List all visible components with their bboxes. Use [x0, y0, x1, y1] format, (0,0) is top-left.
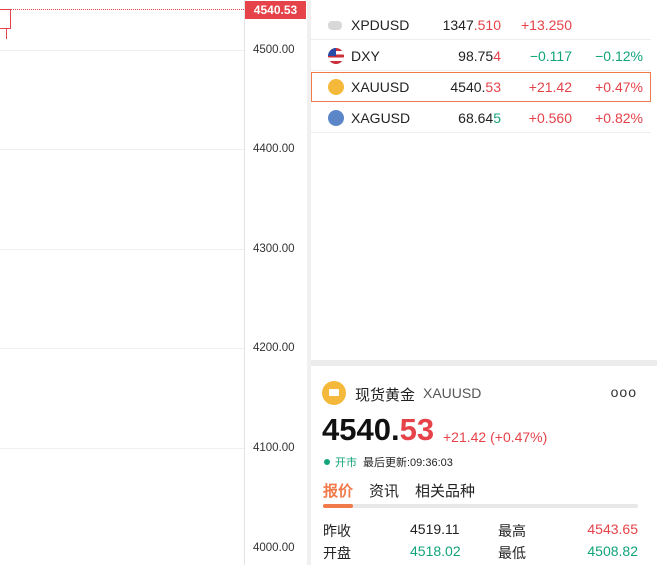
low-value: 4508.82 [587, 543, 638, 559]
last-price-tag: 4540.53 [245, 1, 306, 19]
market-status: 开市 最后更新:09:36:03 [324, 454, 453, 470]
row-price-main: 68.64 [458, 110, 494, 126]
grid-line [0, 149, 244, 150]
candle-wick [6, 29, 7, 39]
us-flag-icon [328, 48, 344, 64]
price-chart[interactable]: 4540.53 4500.00 4400.00 4300.00 4200.00 … [0, 0, 307, 565]
high-value: 4543.65 [587, 521, 638, 537]
row-change: −0.117 [529, 48, 572, 64]
tab-related[interactable]: 相关品种 [415, 480, 475, 501]
row-price-main: 4540. [450, 79, 486, 95]
price-change: +21.42 (+0.47%) [443, 429, 548, 445]
watchlist-row-xauusd[interactable]: XAUUSD 4540.53 +21.42 +0.47% [311, 72, 651, 102]
watchlist-row-xpdusd[interactable]: XPDUSD 1347.510 +13.250 [311, 10, 651, 40]
row-price-main: 1347 [442, 17, 474, 33]
row-price-tail: 53 [485, 79, 501, 95]
row-symbol: DXY [351, 48, 380, 64]
grid-line [0, 348, 244, 349]
y-tick-label: 4100.00 [253, 442, 295, 454]
status-dot [324, 459, 330, 465]
row-pct: +0.82% [595, 110, 643, 126]
open-label: 开盘 [323, 545, 351, 561]
candle [0, 9, 11, 29]
high-label: 最高 [498, 523, 526, 539]
low-label: 最低 [498, 545, 526, 561]
silver-icon [328, 110, 344, 126]
row-price: 98.754 [458, 48, 501, 64]
y-tick-label: 4500.00 [253, 44, 295, 56]
instrument-name: 现货黄金 [355, 387, 416, 404]
tab-news[interactable]: 资讯 [369, 480, 399, 501]
y-axis-line [244, 0, 245, 565]
row-price-tail: .510 [473, 17, 501, 33]
tab-track [323, 504, 638, 508]
watchlist-row-xagusd[interactable]: XAGUSD 68.645 +0.560 +0.82% [311, 103, 651, 133]
y-tick-label: 4400.00 [253, 143, 295, 155]
grid-line [0, 50, 244, 51]
tab-quote[interactable]: 报价 [323, 480, 353, 501]
y-tick-label: 4200.00 [253, 342, 295, 354]
row-pct: +0.47% [595, 79, 643, 95]
grid-line [0, 448, 244, 449]
y-tick-label: 4300.00 [253, 243, 295, 255]
grid-line [0, 249, 244, 250]
watchlist-row-dxy[interactable]: DXY 98.754 −0.117 −0.12% [311, 41, 651, 71]
y-tick-label: 4000.00 [253, 542, 295, 554]
last-update: 最后更新:09:36:03 [363, 457, 453, 469]
current-price: 4540.53 [322, 412, 434, 448]
tab-indicator [323, 504, 353, 508]
row-price: 4540.53 [450, 79, 501, 95]
row-price-tail: 4 [493, 48, 501, 64]
right-panel: XPDUSD 1347.510 +13.250 DXY 98.754 −0.11… [311, 0, 657, 565]
row-price: 1347.510 [443, 17, 501, 33]
row-pct: −0.12% [595, 48, 643, 64]
palladium-icon [328, 21, 342, 30]
row-change: +13.250 [521, 17, 572, 33]
price-decimal: 53 [399, 412, 435, 447]
row-symbol: XAGUSD [351, 110, 411, 126]
row-price-tail: 5 [493, 110, 501, 126]
gold-icon [322, 381, 346, 405]
row-symbol: XPDUSD [351, 17, 410, 33]
row-change: +0.560 [528, 110, 572, 126]
prev-close-label: 昨收 [323, 523, 351, 539]
open-value: 4518.02 [410, 543, 461, 559]
row-change: +21.42 [528, 79, 572, 95]
last-price-line [0, 9, 244, 10]
row-symbol: XAUUSD [351, 79, 410, 95]
row-price-main: 98.75 [458, 48, 494, 64]
instrument-code: XAUUSD [423, 385, 482, 401]
status-open: 开市 [335, 457, 357, 469]
quote-detail: 现货黄金 XAUUSD ooo 4540.53 +21.42 (+0.47%) … [311, 366, 657, 565]
prev-close-value: 4519.11 [410, 521, 460, 537]
row-price: 68.645 [458, 110, 501, 126]
price-integer: 4540. [322, 412, 400, 447]
more-icon[interactable]: ooo [611, 384, 637, 400]
gold-icon [328, 79, 344, 95]
